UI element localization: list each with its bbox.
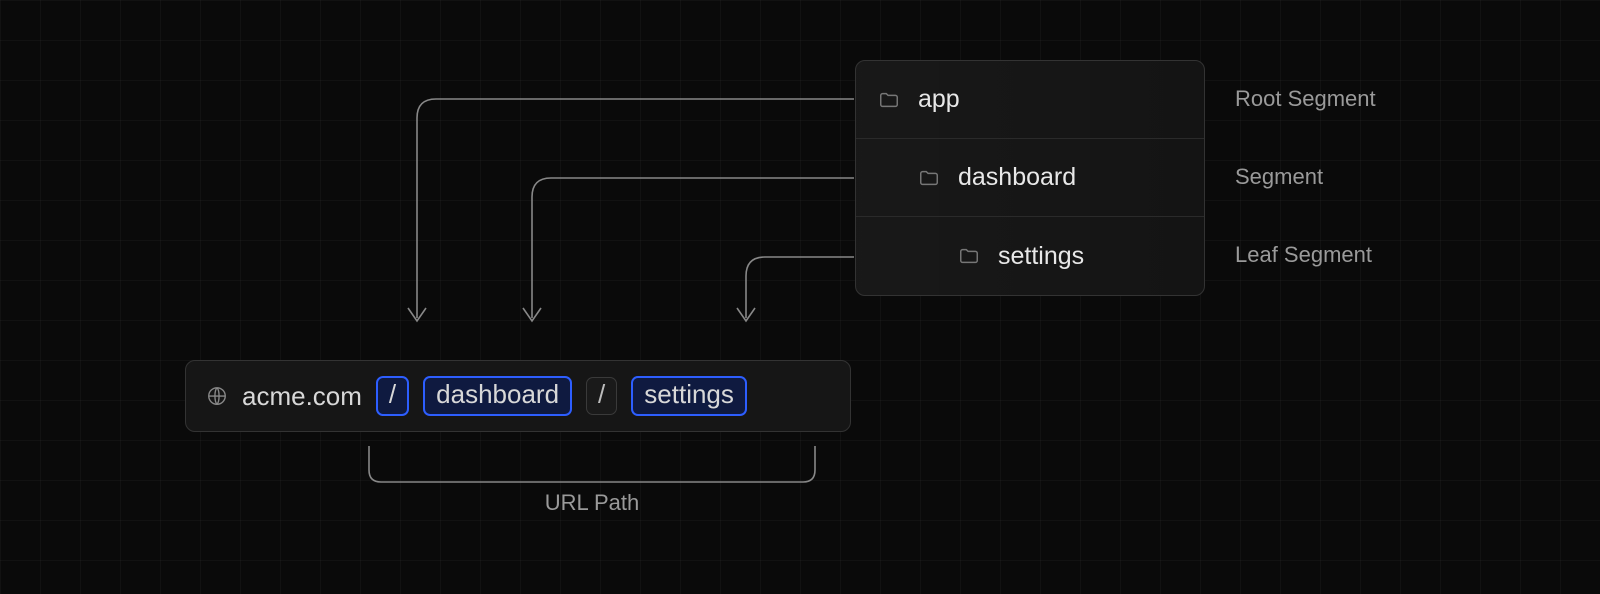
folder-row-settings: settings: [856, 217, 1204, 295]
url-slash: /: [586, 377, 617, 415]
url-path-label: URL Path: [368, 490, 816, 516]
segment-annotation-leaf: Leaf Segment: [1235, 242, 1372, 268]
folder-label: settings: [998, 242, 1084, 271]
segment-annotation-root: Root Segment: [1235, 86, 1376, 112]
url-domain: acme.com: [242, 381, 362, 412]
globe-icon: [206, 385, 228, 407]
url-segment-dashboard: dashboard: [423, 376, 572, 416]
url-bar: acme.com / dashboard / settings: [185, 360, 851, 432]
url-slash-highlight: /: [376, 376, 409, 416]
folder-tree-panel: app dashboard settings: [855, 60, 1205, 296]
folder-label: dashboard: [958, 163, 1076, 192]
folder-icon: [918, 167, 940, 189]
folder-icon: [958, 245, 980, 267]
folder-row-dashboard: dashboard: [856, 139, 1204, 217]
segment-annotation-segment: Segment: [1235, 164, 1323, 190]
folder-label: app: [918, 85, 960, 114]
folder-row-app: app: [856, 61, 1204, 139]
url-segment-settings: settings: [631, 376, 747, 416]
folder-icon: [878, 89, 900, 111]
segment-annotations: Root Segment Segment Leaf Segment: [1235, 60, 1376, 294]
